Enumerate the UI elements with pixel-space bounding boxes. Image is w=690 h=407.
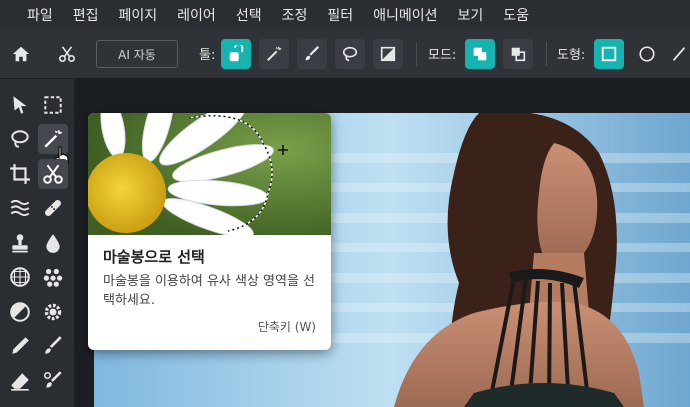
menu-view[interactable]: 보기 [448,5,494,25]
cut-button[interactable] [52,39,82,69]
shape-label: 도형: [557,48,586,63]
contrast-icon [10,302,30,322]
ai-auto-button[interactable]: AI 자동 [96,40,178,68]
lasso-icon [342,46,358,62]
rectangle-icon [601,46,617,62]
tool-blur[interactable] [38,228,68,258]
menu-file[interactable]: 파일 [17,5,63,25]
tooltip-description: 마술봉을 이용하여 유사 색상 영역을 선택하세요. [103,274,316,308]
cursor-arrow-icon [13,96,27,114]
mode-add[interactable] [465,39,495,69]
tool-label: 툴: [199,48,216,63]
shape-line[interactable] [668,39,690,69]
eraser-icon [11,373,29,391]
tool-dodge[interactable] [5,297,35,327]
menu-filter[interactable]: 필터 [317,5,363,25]
tool-stamp[interactable] [5,228,35,258]
dots-cluster-icon [43,268,63,287]
menu-layer[interactable]: 레이어 [167,5,226,25]
pen-icon [12,337,29,354]
tool-dots[interactable] [38,262,68,292]
selection-add-icon [473,47,487,61]
toolbar-divider [546,42,547,66]
stamp-icon [12,234,28,253]
paint-brush-replace-icon [43,371,62,388]
tool-move[interactable] [5,90,35,120]
selection-subtract-icon [511,47,526,62]
circle-icon [639,46,655,62]
shape-ellipse[interactable] [632,39,662,69]
tool-crop[interactable] [5,159,35,189]
tool-liquify[interactable] [5,193,35,223]
menu-page[interactable]: 페이지 [109,5,168,25]
scissors-icon [58,46,76,63]
gear-icon [44,303,62,321]
tool-cutout[interactable] [38,159,68,189]
scissors-icon [43,164,63,184]
tool-brush[interactable] [297,39,327,69]
tool-pattern[interactable] [5,262,35,292]
tool-pen[interactable] [5,331,35,361]
tool-magic-wand[interactable] [259,39,289,69]
tool-magic-select[interactable] [221,39,251,69]
tool-eraser[interactable] [5,366,35,396]
tool-color-replace[interactable] [38,366,68,396]
crop-icon [10,164,30,184]
brush-icon [45,336,62,354]
toolbar: AI 자동 툴: 모드: 도형: [0,30,690,79]
magic-wand-tooltip: 마술봉으로 선택 마술봉을 이용하여 유사 색상 영역을 선택하세요. 단축키 … [88,113,331,350]
tool-sponge[interactable] [38,297,68,327]
toolbar-divider [416,42,417,66]
mode-label: 모드: [428,48,457,63]
tools-panel [0,79,74,407]
tool-lasso-left[interactable] [5,124,35,154]
line-icon [672,47,686,61]
shape-rectangle[interactable] [594,39,624,69]
tooltip-preview-image [88,113,331,235]
tool-gradient[interactable] [373,39,403,69]
tool-paint-brush[interactable] [38,331,68,361]
home-icon [12,46,30,62]
lasso-icon [11,130,29,148]
bandage-icon [45,200,61,216]
tool-marquee[interactable] [38,90,68,120]
menu-animation[interactable]: 애니메이션 [363,5,447,25]
tooltip-shortcut: 단축키 (W) [257,320,316,334]
gradient-icon [380,46,396,62]
mode-subtract[interactable] [503,39,533,69]
tool-lasso[interactable] [335,39,365,69]
menu-adjust[interactable]: 조정 [272,5,318,25]
water-drop-icon [46,234,60,253]
magic-wand-icon [266,46,282,62]
marquee-select-icon [44,96,62,114]
menu-select[interactable]: 선택 [226,5,272,25]
menu-help[interactable]: 도움 [493,5,539,25]
tool-heal[interactable] [38,193,68,223]
menu-edit[interactable]: 편집 [63,5,109,25]
brush-icon [305,46,320,61]
pattern-circle-icon [10,267,30,287]
tooltip-title: 마술봉으로 선택 [103,248,205,266]
home-button[interactable] [6,39,36,69]
menu-bar: 파일 편집 페이지 레이어 선택 조정 필터 애니메이션 보기 도움 [0,0,690,30]
wave-icon [10,199,30,217]
bucket-select-icon [229,45,244,62]
